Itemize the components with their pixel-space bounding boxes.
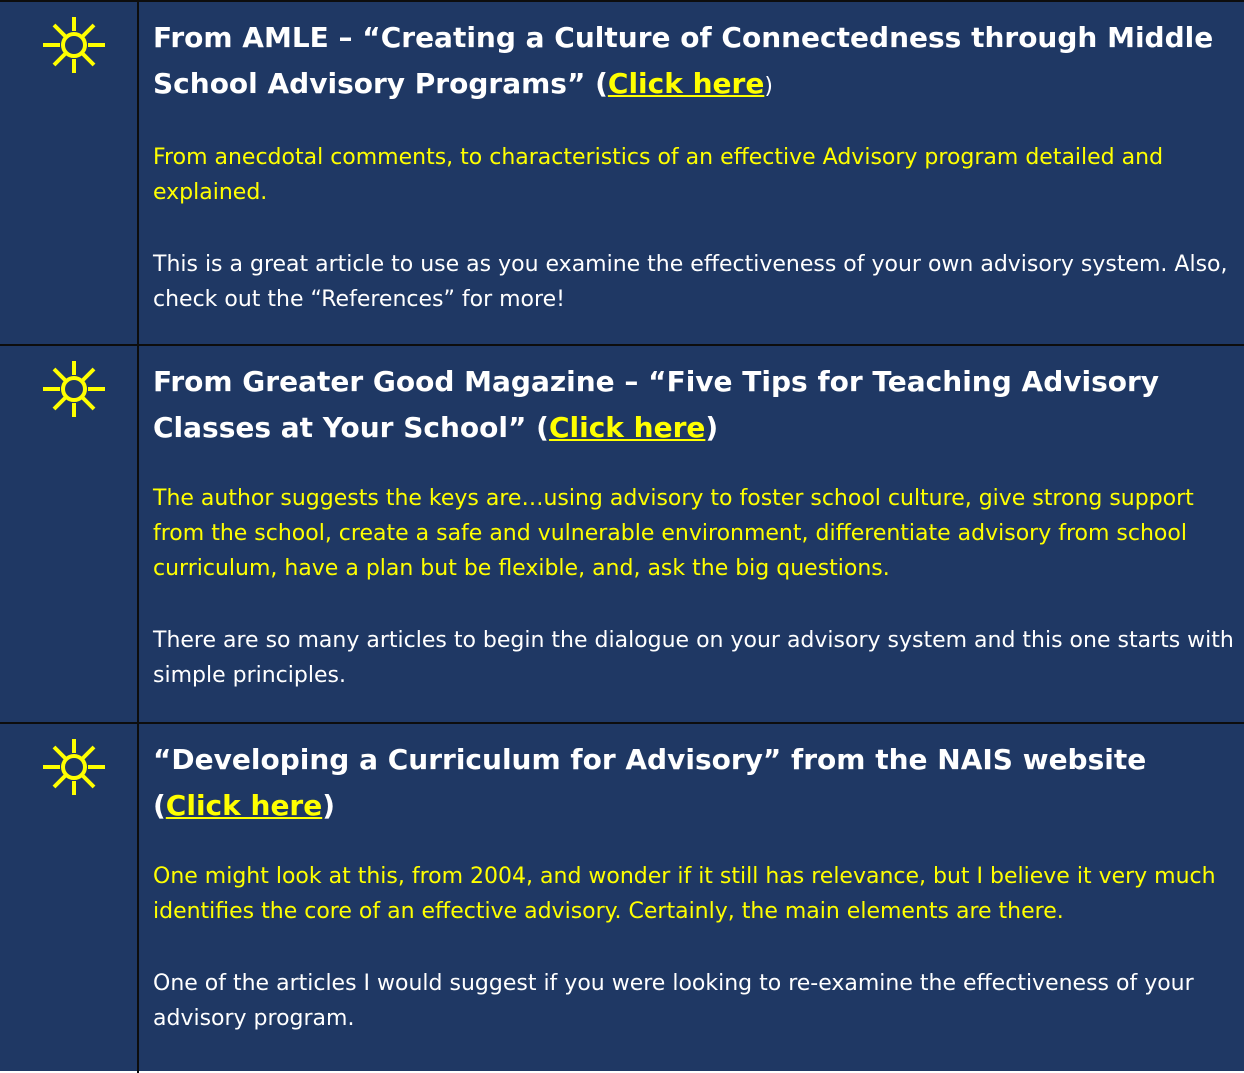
click-here-link[interactable]: Click here [549,411,705,444]
resource-row: From AMLE – “Creating a Culture of Conne… [0,2,1244,346]
sun-icon [43,361,105,417]
resource-comment: This is a great article to use as you ex… [153,252,1228,312]
resource-comment: There are so many articles to begin the … [153,628,1234,688]
resource-summary: From anecdotal comments, to characterist… [153,145,1164,205]
resource-content: From Greater Good Magazine – “Five Tips … [153,359,1234,693]
icon-cell [0,2,139,344]
heading-close: ) [764,74,773,99]
resource-heading: From AMLE – “Creating a Culture of Conne… [153,15,1234,110]
resource-heading: From Greater Good Magazine – “Five Tips … [153,359,1234,451]
heading-close: ) [705,411,719,444]
icon-cell [0,346,139,722]
resource-summary: One might look at this, from 2004, and w… [153,864,1216,924]
click-here-link[interactable]: Click here [166,789,322,822]
resource-table: From AMLE – “Creating a Culture of Conne… [0,0,1244,1073]
sun-icon [43,17,105,73]
resource-content: “Developing a Curriculum for Advisory” f… [153,737,1234,1036]
resource-row: “Developing a Curriculum for Advisory” f… [0,724,1244,1073]
sun-icon [43,739,105,795]
resource-row: From Greater Good Magazine – “Five Tips … [0,346,1244,724]
resource-heading: “Developing a Curriculum for Advisory” f… [153,737,1234,829]
resource-summary: The author suggests the keys are…using a… [153,486,1194,581]
heading-close: ) [322,789,336,822]
click-here-link[interactable]: Click here [608,67,764,100]
resource-content: From AMLE – “Creating a Culture of Conne… [153,15,1234,317]
icon-cell [0,724,139,1073]
resource-comment: One of the articles I would suggest if y… [153,971,1194,1031]
